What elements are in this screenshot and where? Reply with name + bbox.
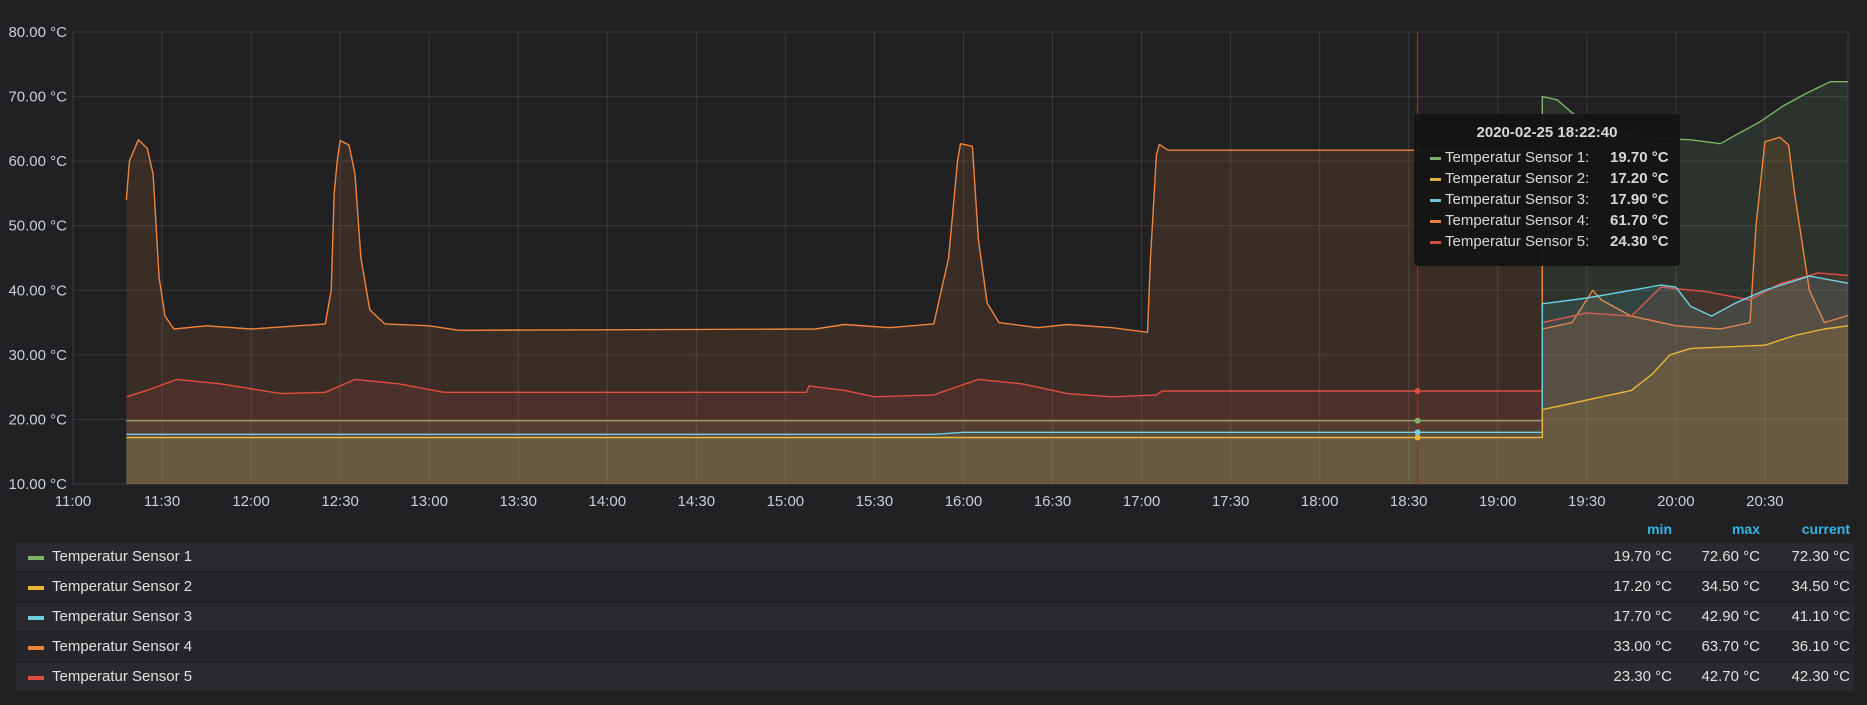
legend-row[interactable]: Temperatur Sensor 3 17.70 °C 42.90 °C 41… xyxy=(16,603,1854,631)
tooltip-series-value: 19.70 °C xyxy=(1610,149,1669,166)
series-color-swatch[interactable] xyxy=(28,616,44,620)
legend-series-name[interactable]: Temperatur Sensor 2 xyxy=(52,578,192,595)
y-axis: 80.00 °C 70.00 °C 60.00 °C 50.00 °C 40.00 °C… xyxy=(8,24,67,493)
tooltip-timestamp: 2020-02-25 18:22:40 xyxy=(1476,124,1618,141)
legend-min-value: 17.20 °C xyxy=(1613,578,1672,595)
tooltip-series-name: Temperatur Sensor 1: xyxy=(1445,149,1590,166)
x-axis: 11:00 11:30 12:00 12:30 13:00 13:30 14:00 14:30… xyxy=(55,493,1784,510)
x-tick-label: 11:30 xyxy=(144,493,180,510)
x-tick-label: 16:00 xyxy=(945,493,983,510)
tooltip-series-name: Temperatur Sensor 2: xyxy=(1445,170,1590,187)
x-tick-label: 11:00 xyxy=(55,493,91,510)
x-tick-label: 20:30 xyxy=(1746,493,1784,510)
tooltip-row: Temperatur Sensor 3: 17.90 °C xyxy=(1414,190,1680,211)
legend-sort-min[interactable]: min xyxy=(1592,521,1672,537)
series-color-swatch[interactable] xyxy=(28,646,44,650)
legend-max-value: 63.70 °C xyxy=(1701,638,1760,655)
legend-current-value: 36.10 °C xyxy=(1791,638,1850,655)
x-tick-label: 14:00 xyxy=(589,493,627,510)
legend-series-name[interactable]: Temperatur Sensor 4 xyxy=(52,638,192,655)
y-tick-label: 70.00 °C xyxy=(8,89,67,106)
legend-current-value: 34.50 °C xyxy=(1791,578,1850,595)
y-tick-label: 30.00 °C xyxy=(8,347,67,364)
legend-current-value: 41.10 °C xyxy=(1791,608,1850,625)
x-tick-label: 18:00 xyxy=(1301,493,1339,510)
y-tick-label: 20.00 °C xyxy=(8,411,67,428)
legend-max-value: 42.90 °C xyxy=(1701,608,1760,625)
cursor-point-marker xyxy=(1414,388,1421,395)
legend-table: min max current Temperatur Sensor 1 19.7… xyxy=(16,519,1854,693)
series-color-swatch[interactable] xyxy=(28,676,44,680)
legend-row[interactable]: Temperatur Sensor 2 17.20 °C 34.50 °C 34… xyxy=(16,573,1854,601)
tooltip-series-value: 24.30 °C xyxy=(1610,233,1669,250)
x-tick-label: 17:30 xyxy=(1212,493,1250,510)
series-color-swatch xyxy=(1430,178,1441,181)
x-tick-label: 17:00 xyxy=(1123,493,1161,510)
x-tick-label: 20:00 xyxy=(1657,493,1695,510)
legend-max-value: 34.50 °C xyxy=(1701,578,1760,595)
x-tick-label: 12:30 xyxy=(321,493,359,510)
legend-header: min max current xyxy=(16,519,1854,543)
x-tick-label: 16:30 xyxy=(1034,493,1072,510)
x-tick-label: 13:30 xyxy=(499,493,537,510)
legend-max-value: 42.70 °C xyxy=(1701,668,1760,685)
x-tick-label: 15:00 xyxy=(767,493,805,510)
cursor-point-marker xyxy=(1414,434,1421,441)
legend-sort-max[interactable]: max xyxy=(1680,521,1760,537)
series-color-swatch xyxy=(1430,241,1441,244)
tooltip-row: Temperatur Sensor 5: 24.30 °C xyxy=(1414,232,1680,253)
legend-series-name[interactable]: Temperatur Sensor 5 xyxy=(52,668,192,685)
tooltip-series-name: Temperatur Sensor 3: xyxy=(1445,191,1590,208)
legend-min-value: 23.30 °C xyxy=(1613,668,1672,685)
x-tick-label: 19:00 xyxy=(1479,493,1517,510)
legend-row[interactable]: Temperatur Sensor 5 23.30 °C 42.70 °C 42… xyxy=(16,663,1854,691)
tooltip-row: Temperatur Sensor 2: 17.20 °C xyxy=(1414,169,1680,190)
y-tick-label: 40.00 °C xyxy=(8,282,67,299)
legend-min-value: 19.70 °C xyxy=(1613,548,1672,565)
legend-series-name[interactable]: Temperatur Sensor 3 xyxy=(52,608,192,625)
tooltip-row: Temperatur Sensor 4: 61.70 °C xyxy=(1414,211,1680,232)
legend-current-value: 72.30 °C xyxy=(1791,548,1850,565)
cursor-point-marker xyxy=(1414,429,1421,436)
x-tick-label: 12:00 xyxy=(232,493,270,510)
x-tick-label: 18:30 xyxy=(1390,493,1428,510)
legend-series-name[interactable]: Temperatur Sensor 1 xyxy=(52,548,192,565)
cursor-point-marker xyxy=(1414,417,1421,424)
y-tick-label: 50.00 °C xyxy=(8,218,67,235)
tooltip-series-value: 61.70 °C xyxy=(1610,212,1669,229)
series-color-swatch xyxy=(1430,199,1441,202)
y-tick-label: 80.00 °C xyxy=(8,24,67,41)
series-color-swatch xyxy=(1430,157,1441,160)
legend-row[interactable]: Temperatur Sensor 1 19.70 °C 72.60 °C 72… xyxy=(16,543,1854,571)
x-tick-label: 13:00 xyxy=(410,493,448,510)
legend-row[interactable]: Temperatur Sensor 4 33.00 °C 63.70 °C 36… xyxy=(16,633,1854,661)
y-tick-label: 10.00 °C xyxy=(8,476,67,493)
hover-tooltip: 2020-02-25 18:22:40 Temperatur Sensor 1:… xyxy=(1414,114,1680,266)
tooltip-series-value: 17.90 °C xyxy=(1610,191,1669,208)
x-tick-label: 15:30 xyxy=(856,493,894,510)
y-tick-label: 60.00 °C xyxy=(8,153,67,170)
x-tick-label: 19:30 xyxy=(1568,493,1606,510)
legend-min-value: 17.70 °C xyxy=(1613,608,1672,625)
legend-sort-current[interactable]: current xyxy=(1770,521,1850,537)
tooltip-series-name: Temperatur Sensor 5: xyxy=(1445,233,1590,250)
tooltip-row: Temperatur Sensor 1: 19.70 °C xyxy=(1414,148,1680,169)
series-color-swatch xyxy=(1430,220,1441,223)
legend-min-value: 33.00 °C xyxy=(1613,638,1672,655)
tooltip-series-value: 17.20 °C xyxy=(1610,170,1669,187)
legend-current-value: 42.30 °C xyxy=(1791,668,1850,685)
series-color-swatch[interactable] xyxy=(28,586,44,590)
tooltip-series-name: Temperatur Sensor 4: xyxy=(1445,212,1590,229)
x-tick-label: 14:30 xyxy=(678,493,716,510)
series-color-swatch[interactable] xyxy=(28,556,44,560)
legend-max-value: 72.60 °C xyxy=(1701,548,1760,565)
